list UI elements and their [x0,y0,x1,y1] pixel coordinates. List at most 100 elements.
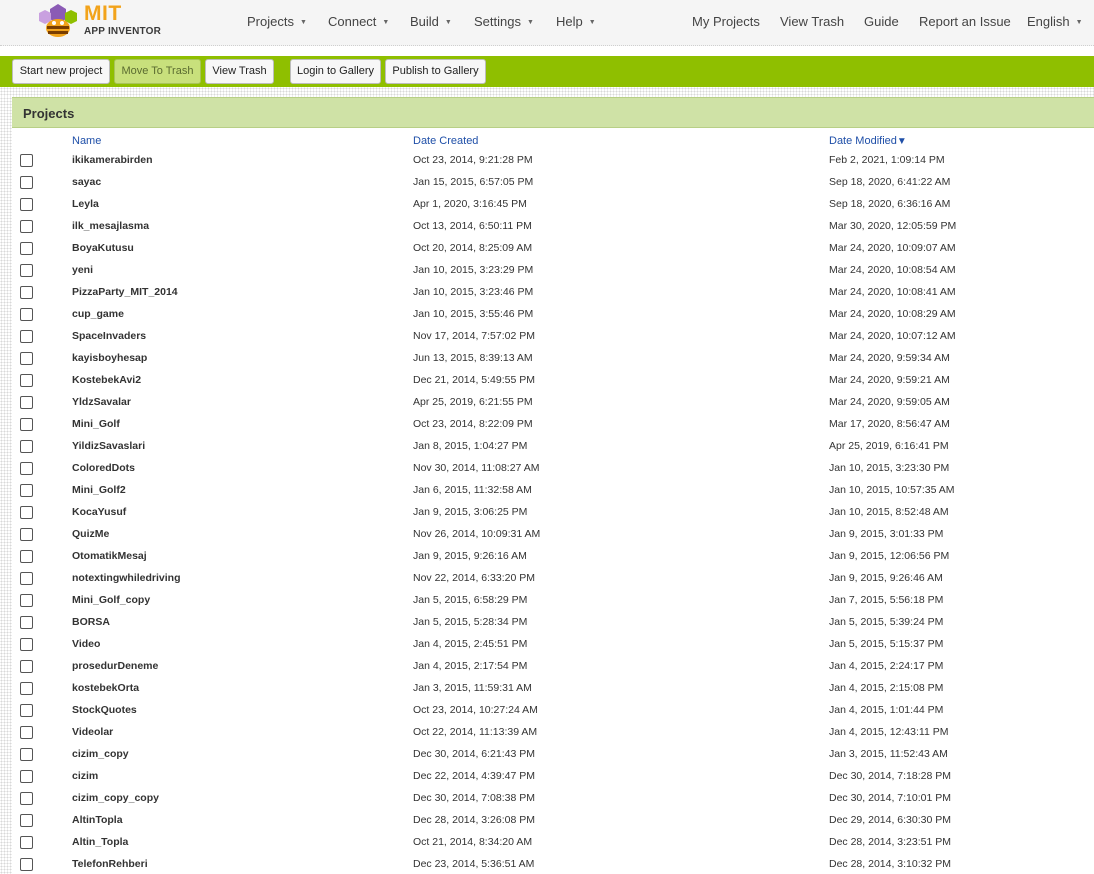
project-checkbox[interactable] [20,550,33,563]
project-checkbox[interactable] [20,330,33,343]
project-row[interactable]: StockQuotes Oct 23, 2014, 10:27:24 AM Jan … [12,699,1094,721]
project-row[interactable]: KocaYusuf Jan 9, 2015, 3:06:25 PM Jan 10, … [12,501,1094,523]
menu-help[interactable]: Help ▼ [556,14,596,29]
project-name[interactable]: YldzSavalar [72,396,131,408]
project-name[interactable]: cizim_copy [72,748,129,760]
project-name[interactable]: Video [72,638,100,650]
project-row[interactable]: Altin_Topla Oct 21, 2014, 8:34:20 AM Dec 2… [12,831,1094,853]
project-name[interactable]: BORSA [72,616,110,628]
link-my-projects[interactable]: My Projects [692,14,760,29]
project-row[interactable]: yeni Jan 10, 2015, 3:23:29 PM Mar 24, 2020… [12,259,1094,281]
app-inventor-logo[interactable]: MIT APP INVENTOR [36,2,166,42]
project-row[interactable]: AltinTopla Dec 28, 2014, 3:26:08 PM Dec 29… [12,809,1094,831]
project-checkbox[interactable] [20,726,33,739]
project-name[interactable]: StockQuotes [72,704,137,716]
project-row[interactable]: ilk_mesajlasma Oct 13, 2014, 6:50:11 PM Ma… [12,215,1094,237]
project-checkbox[interactable] [20,594,33,607]
project-row[interactable]: SpaceInvaders Nov 17, 2014, 7:57:02 PM Mar… [12,325,1094,347]
project-name[interactable]: sayac [72,176,101,188]
project-name[interactable]: KocaYusuf [72,506,126,518]
menu-settings[interactable]: Settings ▼ [474,14,534,29]
link-guide[interactable]: Guide [864,14,899,29]
project-name[interactable]: OtomatikMesaj [72,550,147,562]
project-checkbox[interactable] [20,176,33,189]
column-header-date-created[interactable]: Date Created [413,135,478,147]
project-name[interactable]: cizim_copy_copy [72,792,159,804]
login-to-gallery-button[interactable]: Login to Gallery [290,59,381,84]
link-report-issue[interactable]: Report an Issue [919,14,1011,29]
project-checkbox[interactable] [20,638,33,651]
language-select[interactable]: English ▼ [1027,14,1083,29]
project-checkbox[interactable] [20,836,33,849]
project-row[interactable]: KostebekAvi2 Dec 21, 2014, 5:49:55 PM Mar … [12,369,1094,391]
project-name[interactable]: kayisboyhesap [72,352,147,364]
project-checkbox[interactable] [20,242,33,255]
project-name[interactable]: Leyla [72,198,99,210]
project-name[interactable]: TelefonRehberi [72,858,148,870]
project-checkbox[interactable] [20,704,33,717]
project-row[interactable]: ColoredDots Nov 30, 2014, 11:08:27 AM Jan … [12,457,1094,479]
project-name[interactable]: ilk_mesajlasma [72,220,149,232]
project-checkbox[interactable] [20,154,33,167]
project-name[interactable]: kostebekOrta [72,682,139,694]
project-row[interactable]: sayac Jan 15, 2015, 6:57:05 PM Sep 18, 202… [12,171,1094,193]
project-row[interactable]: Leyla Apr 1, 2020, 3:16:45 PM Sep 18, 2020… [12,193,1094,215]
project-name[interactable]: YildizSavaslari [72,440,145,452]
project-row[interactable]: cup_game Jan 10, 2015, 3:55:46 PM Mar 24, … [12,303,1094,325]
project-name[interactable]: cizim [72,770,98,782]
project-name[interactable]: KostebekAvi2 [72,374,141,386]
project-checkbox[interactable] [20,770,33,783]
project-name[interactable]: Videolar [72,726,113,738]
project-row[interactable]: Video Jan 4, 2015, 2:45:51 PM Jan 5, 2015,… [12,633,1094,655]
project-checkbox[interactable] [20,792,33,805]
project-row[interactable]: notextingwhiledriving Nov 22, 2014, 6:33:… [12,567,1094,589]
project-checkbox[interactable] [20,264,33,277]
project-name[interactable]: SpaceInvaders [72,330,146,342]
project-checkbox[interactable] [20,198,33,211]
project-row[interactable]: Mini_Golf Oct 23, 2014, 8:22:09 PM Mar 17,… [12,413,1094,435]
project-checkbox[interactable] [20,440,33,453]
project-checkbox[interactable] [20,814,33,827]
column-header-date-modified[interactable]: Date Modified▼ [829,135,907,147]
menu-build[interactable]: Build ▼ [410,14,452,29]
project-checkbox[interactable] [20,484,33,497]
project-row[interactable]: TelefonRehberi Dec 23, 2014, 5:36:51 AM De… [12,853,1094,874]
project-name[interactable]: BoyaKutusu [72,242,134,254]
sort-descending-icon[interactable]: ▼ [897,136,907,147]
project-name[interactable]: Mini_Golf2 [72,484,126,496]
column-header-name[interactable]: Name [72,135,101,147]
project-row[interactable]: prosedurDeneme Jan 4, 2015, 2:17:54 PM Jan… [12,655,1094,677]
project-name[interactable]: Mini_Golf [72,418,120,430]
project-checkbox[interactable] [20,616,33,629]
project-name[interactable]: PizzaParty_MIT_2014 [72,286,178,298]
project-row[interactable]: OtomatikMesaj Jan 9, 2015, 9:26:16 AM Jan … [12,545,1094,567]
project-checkbox[interactable] [20,374,33,387]
project-row[interactable]: Mini_Golf_copy Jan 5, 2015, 6:58:29 PM Jan… [12,589,1094,611]
project-row[interactable]: ikikamerabirden Oct 23, 2014, 9:21:28 PM F… [12,149,1094,171]
project-row[interactable]: kostebekOrta Jan 3, 2015, 11:59:31 AM Jan … [12,677,1094,699]
publish-to-gallery-button[interactable]: Publish to Gallery [385,59,486,84]
project-checkbox[interactable] [20,572,33,585]
start-new-project-button[interactable]: Start new project [12,59,110,84]
project-checkbox[interactable] [20,858,33,871]
project-row[interactable]: Videolar Oct 22, 2014, 11:13:39 AM Jan 4, … [12,721,1094,743]
project-row[interactable]: kayisboyhesap Jun 13, 2015, 8:39:13 AM Mar… [12,347,1094,369]
project-name[interactable]: notextingwhiledriving [72,572,181,584]
link-view-trash[interactable]: View Trash [780,14,844,29]
menu-projects[interactable]: Projects ▼ [247,14,307,29]
project-checkbox[interactable] [20,506,33,519]
project-row[interactable]: Mini_Golf2 Jan 6, 2015, 11:32:58 AM Jan 10… [12,479,1094,501]
project-name[interactable]: QuizMe [72,528,109,540]
project-checkbox[interactable] [20,396,33,409]
project-name[interactable]: ikikamerabirden [72,154,153,166]
project-checkbox[interactable] [20,352,33,365]
project-name[interactable]: ColoredDots [72,462,135,474]
project-row[interactable]: BORSA Jan 5, 2015, 5:28:34 PM Jan 5, 2015,… [12,611,1094,633]
project-checkbox[interactable] [20,220,33,233]
project-checkbox[interactable] [20,286,33,299]
project-name[interactable]: yeni [72,264,93,276]
project-row[interactable]: cizim_copy Dec 30, 2014, 6:21:43 PM Jan 3,… [12,743,1094,765]
project-row[interactable]: cizim_copy_copy Dec 30, 2014, 7:08:38 PM D… [12,787,1094,809]
view-trash-button[interactable]: View Trash [205,59,274,84]
project-row[interactable]: BoyaKutusu Oct 20, 2014, 8:25:09 AM Mar 24… [12,237,1094,259]
